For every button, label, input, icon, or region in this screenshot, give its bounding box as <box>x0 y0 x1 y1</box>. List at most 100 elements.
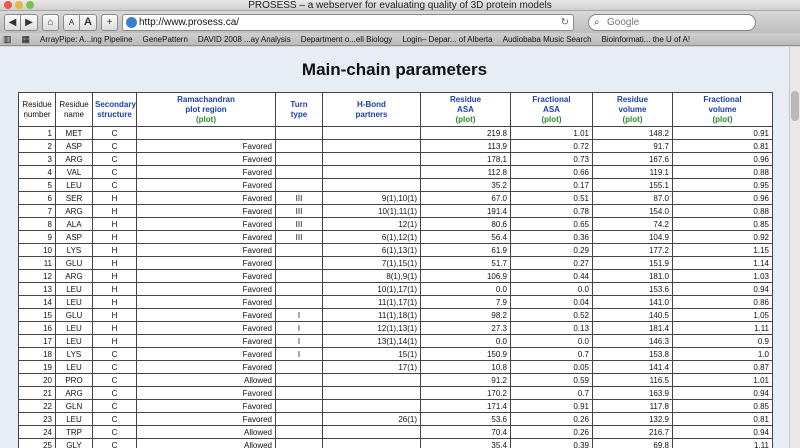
cell-ramachandran: Favored <box>136 243 276 257</box>
cell-residue-name: ARG <box>55 204 93 218</box>
cell-ramachandran: Favored <box>136 152 276 166</box>
cell-fractional-volume: 1.14 <box>672 256 773 270</box>
bookmark-link[interactable]: Department o...ell Biology <box>301 35 393 44</box>
table-row: 17 LEU H Favored I 13(1),14(1) 0.0 0.0 146.3 0.9 <box>18 334 773 348</box>
cell-secondary-structure: C <box>92 399 137 413</box>
cell-residue-asa: 61.9 <box>420 243 511 257</box>
cell-residue-name: ARG <box>55 269 93 283</box>
cell-fractional-asa: 0.66 <box>510 165 593 179</box>
minimize-window-button[interactable] <box>15 1 23 9</box>
plot-link[interactable]: (plot) <box>595 115 670 125</box>
cell-hbond-partners: 6(1),12(1) <box>322 230 421 244</box>
cell-fractional-volume: 0.9 <box>672 334 773 348</box>
table-row: 13 LEU H Favored 10(1),17(1) 0.0 0.0 153.6 0.94 <box>18 282 773 296</box>
bookmarks-grid-icon[interactable]: ▦ <box>22 34 31 45</box>
cell-residue-asa: 113.9 <box>420 139 511 153</box>
add-bookmark-button[interactable]: + <box>101 13 118 31</box>
cell-fractional-asa: 0.78 <box>510 204 593 218</box>
header-turn-type[interactable]: Turn type <box>275 92 323 127</box>
table-row: 20 PRO C Allowed 91.2 0.59 116.5 1.01 <box>18 373 773 387</box>
cell-residue-name: SER <box>55 191 93 205</box>
close-window-button[interactable] <box>4 1 12 9</box>
header-ramachandran[interactable]: Ramachandran plot region (plot) <box>136 92 276 127</box>
cell-residue-name: LEU <box>55 282 93 296</box>
cell-ramachandran: Favored <box>136 282 276 296</box>
cell-residue-volume: 177.2 <box>592 243 673 257</box>
zoom-window-button[interactable] <box>26 1 34 9</box>
plot-link[interactable]: (plot) <box>139 115 273 125</box>
bookmarks-book-icon[interactable]: ▥ <box>3 34 12 45</box>
plot-link[interactable]: (plot) <box>513 115 590 125</box>
cell-residue-asa: 171.4 <box>420 399 511 413</box>
cell-fractional-volume: 1.05 <box>672 308 773 322</box>
cell-residue-volume: 146.3 <box>592 334 673 348</box>
text-smaller-button[interactable]: A <box>63 13 80 31</box>
cell-residue-volume: 155.1 <box>592 178 673 192</box>
cell-hbond-partners: 26(1) <box>322 412 421 426</box>
cell-hbond-partners <box>322 152 421 166</box>
table-row: 7 ARG H Favored III 10(1),11(1) 191.4 0.78 154.0… <box>18 204 773 218</box>
table-header-row: Residue number Residue name Secondary struc… <box>18 92 773 127</box>
search-field[interactable]: ⌕ <box>588 13 756 31</box>
cell-fractional-volume: 0.94 <box>672 425 773 439</box>
cell-hbond-partners <box>322 126 421 140</box>
header-residue-asa[interactable]: Residue ASA (plot) <box>420 92 511 127</box>
cell-ramachandran: Favored <box>136 412 276 426</box>
cell-turn-type: I <box>275 347 323 361</box>
cell-ramachandran: Allowed <box>136 438 276 448</box>
bookmark-link[interactable]: DAVID 2008 ...ay Analysis <box>198 35 291 44</box>
plot-link[interactable]: (plot) <box>423 115 508 125</box>
bookmark-link[interactable]: ArrayPipe: A...ing Pipeline <box>40 35 133 44</box>
cell-turn-type <box>275 386 323 400</box>
text-size-buttons: A A <box>63 13 97 31</box>
cell-fractional-volume: 1.01 <box>672 373 773 387</box>
cell-turn-type: I <box>275 321 323 335</box>
cell-hbond-partners <box>322 139 421 153</box>
cell-fractional-volume: 0.94 <box>672 282 773 296</box>
vertical-scrollbar[interactable] <box>789 47 800 448</box>
search-input[interactable] <box>607 16 747 28</box>
cell-secondary-structure: C <box>92 438 137 448</box>
cell-fractional-asa: 0.0 <box>510 334 593 348</box>
cell-residue-number: 11 <box>18 256 56 270</box>
cell-fractional-volume: 0.95 <box>672 178 773 192</box>
page-content: Main-chain parameters Residue number Resi… <box>0 47 789 448</box>
cell-residue-number: 16 <box>18 321 56 335</box>
header-secondary-structure[interactable]: Secondary structure <box>92 92 137 127</box>
cell-residue-name: TRP <box>55 425 93 439</box>
cell-fractional-volume: 0.81 <box>672 412 773 426</box>
text-larger-button[interactable]: A <box>80 13 97 31</box>
cell-ramachandran <box>136 126 276 140</box>
home-button[interactable]: ⌂ <box>42 13 59 31</box>
cell-residue-volume: 148.2 <box>592 126 673 140</box>
header-fractional-asa[interactable]: Fractional ASA (plot) <box>510 92 593 127</box>
cell-residue-number: 15 <box>18 308 56 322</box>
back-button[interactable]: ◀ <box>4 13 21 31</box>
header-hbond-partners[interactable]: H-Bond partners <box>322 92 421 127</box>
reload-icon[interactable]: ↻ <box>561 15 569 30</box>
header-fractional-volume[interactable]: Fractional volume (plot) <box>672 92 773 127</box>
bookmark-link[interactable]: GenePattern <box>143 35 188 44</box>
bookmark-link[interactable]: Login– Depar... of Alberta <box>402 35 492 44</box>
table-row: 15 GLU H Favored I 11(1),18(1) 98.2 0.52 140.5 1.… <box>18 308 773 322</box>
scrollbar-thumb[interactable] <box>791 91 799 121</box>
cell-residue-number: 1 <box>18 126 56 140</box>
address-bar[interactable]: http://www.prosess.ca/ ↻ <box>122 13 574 31</box>
cell-hbond-partners: 11(1),17(1) <box>322 295 421 309</box>
table-row: 10 LYS H Favored 6(1),13(1) 61.9 0.29 177.2 1.15 <box>18 243 773 257</box>
cell-ramachandran: Favored <box>136 139 276 153</box>
cell-turn-type: III <box>275 191 323 205</box>
bookmark-link[interactable]: Bioinformati... the U of A! <box>602 35 690 44</box>
cell-hbond-partners <box>322 438 421 448</box>
cell-ramachandran: Favored <box>136 399 276 413</box>
forward-button[interactable]: ▶ <box>21 13 38 31</box>
plot-link[interactable]: (plot) <box>675 115 770 125</box>
table-row: 11 GLU H Favored 7(1),15(1) 51.7 0.27 151.9 1.14 <box>18 256 773 270</box>
header-residue-volume[interactable]: Residue volume (plot) <box>592 92 673 127</box>
bookmark-link[interactable]: Audiobaba Music Search <box>503 35 592 44</box>
cell-residue-number: 24 <box>18 425 56 439</box>
cell-residue-asa: 178.1 <box>420 152 511 166</box>
cell-residue-volume: 91.7 <box>592 139 673 153</box>
cell-fractional-volume: 1.03 <box>672 269 773 283</box>
cell-fractional-asa: 0.05 <box>510 360 593 374</box>
